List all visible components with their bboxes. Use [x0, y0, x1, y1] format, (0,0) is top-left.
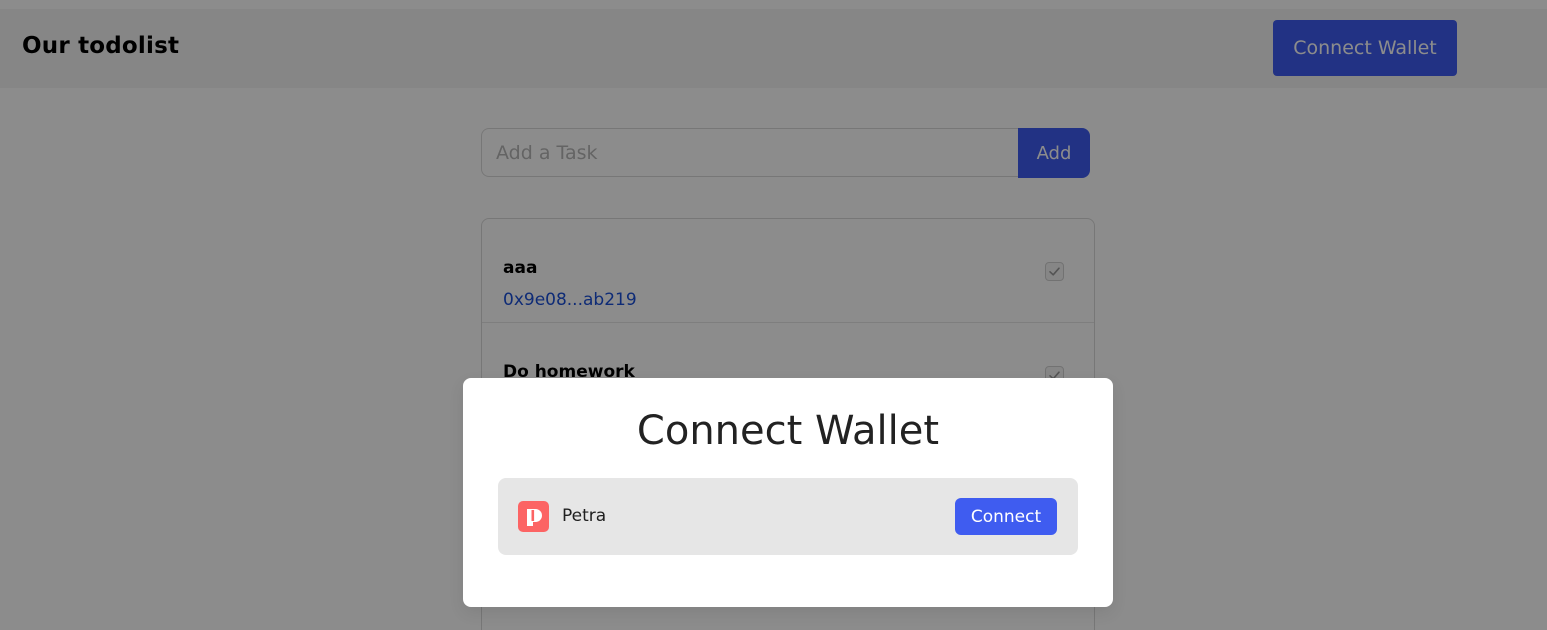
- petra-logo-glyph: [527, 509, 542, 526]
- petra-logo-icon: [518, 501, 549, 532]
- wallet-name: Petra: [562, 506, 607, 526]
- connect-wallet-modal: Connect Wallet Petra Connect: [463, 378, 1113, 607]
- wallet-connect-button[interactable]: Connect: [955, 498, 1057, 535]
- modal-title: Connect Wallet: [636, 408, 940, 454]
- wallet-option-petra[interactable]: Petra Connect: [498, 478, 1078, 555]
